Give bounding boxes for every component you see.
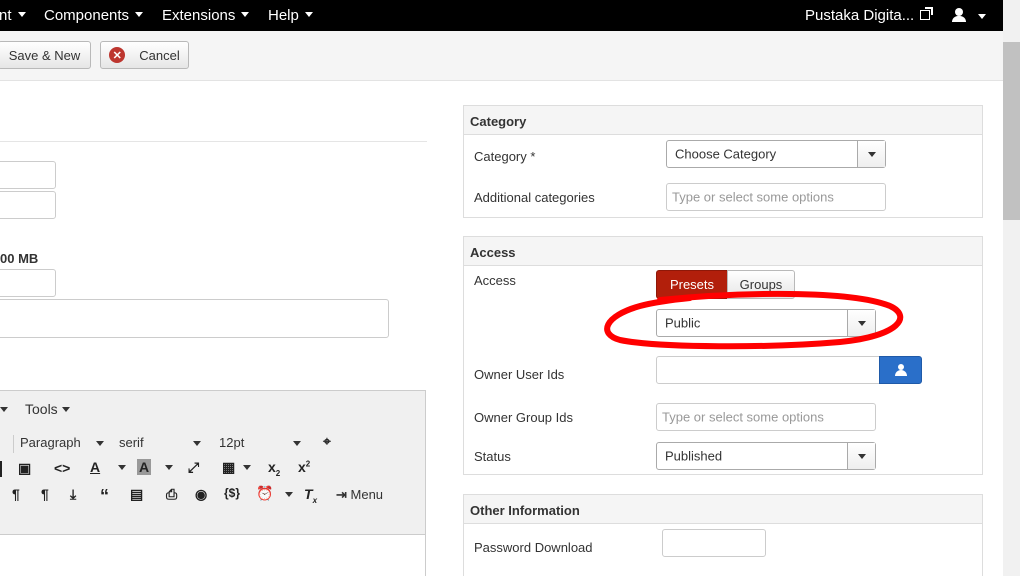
user-icon (895, 364, 907, 376)
additional-categories-placeholder: Type or select some options (672, 189, 834, 205)
menu-label: Menu (350, 487, 384, 502)
divider (0, 141, 427, 142)
chevron-down-icon[interactable] (0, 407, 8, 412)
paragraph-ltr-icon[interactable]: ¶ (12, 486, 20, 502)
image-icon[interactable]: ▣ (18, 460, 31, 477)
chevron-down-icon (61, 407, 70, 412)
cancel-button[interactable]: ✕ Cancel (100, 41, 189, 69)
text-input-1[interactable] (0, 161, 56, 189)
chevron-down-icon (304, 12, 313, 17)
chevron-down-icon (193, 441, 201, 446)
chevron-down-icon[interactable] (118, 465, 126, 470)
chevron-down-icon (241, 12, 250, 17)
cancel-label: Cancel (139, 47, 180, 63)
font-family-value: serif (119, 435, 144, 450)
cancel-icon: ✕ (109, 47, 126, 63)
rich-text-editor: Tools Paragraph serif 12pt ⌖ ▣ <> A A ⤢ … (0, 390, 426, 576)
share-icon: ⇥ (336, 487, 351, 502)
category-panel-title: Category (464, 106, 982, 135)
chevron-down-icon (847, 443, 875, 469)
nav-menu-help-label: Help (268, 7, 299, 24)
nav-menu-content-label: nt (0, 7, 12, 24)
chevron-down-icon (293, 441, 301, 446)
print-icon[interactable]: ⎙ (166, 486, 177, 503)
nav-menu-components[interactable]: Components (44, 7, 144, 24)
background-color-icon[interactable]: A (137, 459, 152, 475)
additional-categories-input[interactable]: Type or select some options (666, 183, 886, 211)
scrollbar-thumb[interactable] (1003, 42, 1020, 220)
font-size-select[interactable]: 12pt (219, 435, 303, 450)
chevron-down-icon (135, 12, 144, 17)
status-label: Status (474, 449, 511, 464)
owner-group-ids-label: Owner Group Ids (474, 410, 573, 425)
font-size-value: 12pt (219, 435, 245, 450)
superscript-icon[interactable]: x2 (298, 459, 310, 475)
text-input-2[interactable] (0, 191, 56, 219)
text-input-3[interactable] (0, 269, 56, 297)
status-select[interactable]: Published (656, 442, 876, 470)
textarea-field[interactable] (0, 299, 389, 338)
access-panel-title: Access (464, 237, 982, 266)
site-link[interactable]: Pustaka Digita... (805, 7, 934, 24)
site-link-label: Pustaka Digita... (805, 7, 915, 24)
tools-menu-label: Tools (25, 401, 58, 417)
image-partial-icon[interactable] (0, 461, 2, 477)
category-label: Category * (474, 149, 536, 164)
chevron-down-icon[interactable] (165, 465, 173, 470)
editor-toolbar: Tools Paragraph serif 12pt ⌖ ▣ <> A A ⤢ … (0, 391, 425, 535)
select-user-button[interactable] (879, 356, 922, 384)
password-download-label: Password Download (474, 540, 593, 555)
max-file-size-label: 00 MB (0, 251, 39, 266)
nav-menu-components-label: Components (44, 7, 130, 24)
preview-icon[interactable]: ◉ (195, 486, 207, 503)
clock-icon[interactable]: ⏰ (256, 485, 273, 502)
tools-menu[interactable]: Tools (25, 401, 70, 417)
status-select-value: Published (665, 448, 723, 464)
owner-group-ids-placeholder: Type or select some options (662, 409, 824, 425)
action-toolbar: Save & New ✕ Cancel (0, 31, 1003, 81)
chevron-down-icon[interactable] (978, 14, 986, 19)
external-link-icon (920, 7, 934, 20)
chevron-down-icon (17, 12, 26, 17)
page-break-icon[interactable]: ▤ (130, 486, 143, 503)
chevron-down-icon[interactable] (285, 492, 293, 497)
top-navbar: nt Components Extensions Help Pustaka Di… (0, 0, 1003, 31)
menu-button[interactable]: ⇥ Menu (336, 487, 383, 503)
category-select-value: Choose Category (675, 146, 777, 162)
password-download-input[interactable] (662, 529, 766, 557)
save-new-button[interactable]: Save & New (0, 41, 91, 69)
nav-menu-extensions-label: Extensions (162, 7, 236, 24)
nav-menu-help[interactable]: Help (268, 7, 313, 24)
owner-group-ids-input[interactable]: Type or select some options (656, 403, 876, 431)
template-icon[interactable]: {$} (224, 486, 240, 500)
owner-user-ids-label: Owner User Ids (474, 367, 565, 382)
clear-formatting-icon[interactable]: Tx (304, 486, 317, 505)
block-format-value: Paragraph (20, 435, 81, 450)
separator (13, 435, 14, 453)
paragraph-rtl-icon[interactable]: ¶ (41, 486, 49, 502)
fullscreen-icon[interactable]: ⤢ (188, 459, 199, 476)
blockquote-icon[interactable]: “ (100, 486, 109, 507)
block-format-select[interactable]: Paragraph (20, 435, 106, 450)
nav-menu-extensions[interactable]: Extensions (162, 7, 250, 24)
text-color-icon[interactable]: A (90, 459, 100, 475)
owner-user-ids-input[interactable] (656, 356, 881, 384)
table-icon[interactable]: ▦ (222, 459, 235, 476)
find-replace-icon[interactable]: ⌖ (323, 433, 331, 450)
code-icon[interactable]: <> (54, 460, 70, 476)
access-label: Access (474, 273, 516, 288)
additional-categories-label: Additional categories (474, 190, 595, 205)
chevron-down-icon (857, 141, 885, 167)
chevron-down-icon (96, 441, 104, 446)
font-family-select[interactable]: serif (119, 435, 203, 450)
nav-menu-content[interactable]: nt (0, 7, 26, 24)
red-annotation-circle (604, 290, 904, 350)
chevron-down-icon[interactable] (243, 465, 251, 470)
insert-icon[interactable]: ⤓ (70, 486, 76, 503)
save-new-label: Save & New (8, 47, 81, 63)
user-menu-icon[interactable] (952, 8, 966, 22)
subscript-icon[interactable]: x2 (268, 459, 280, 478)
category-select[interactable]: Choose Category (666, 140, 886, 168)
other-information-title: Other Information (464, 495, 982, 524)
